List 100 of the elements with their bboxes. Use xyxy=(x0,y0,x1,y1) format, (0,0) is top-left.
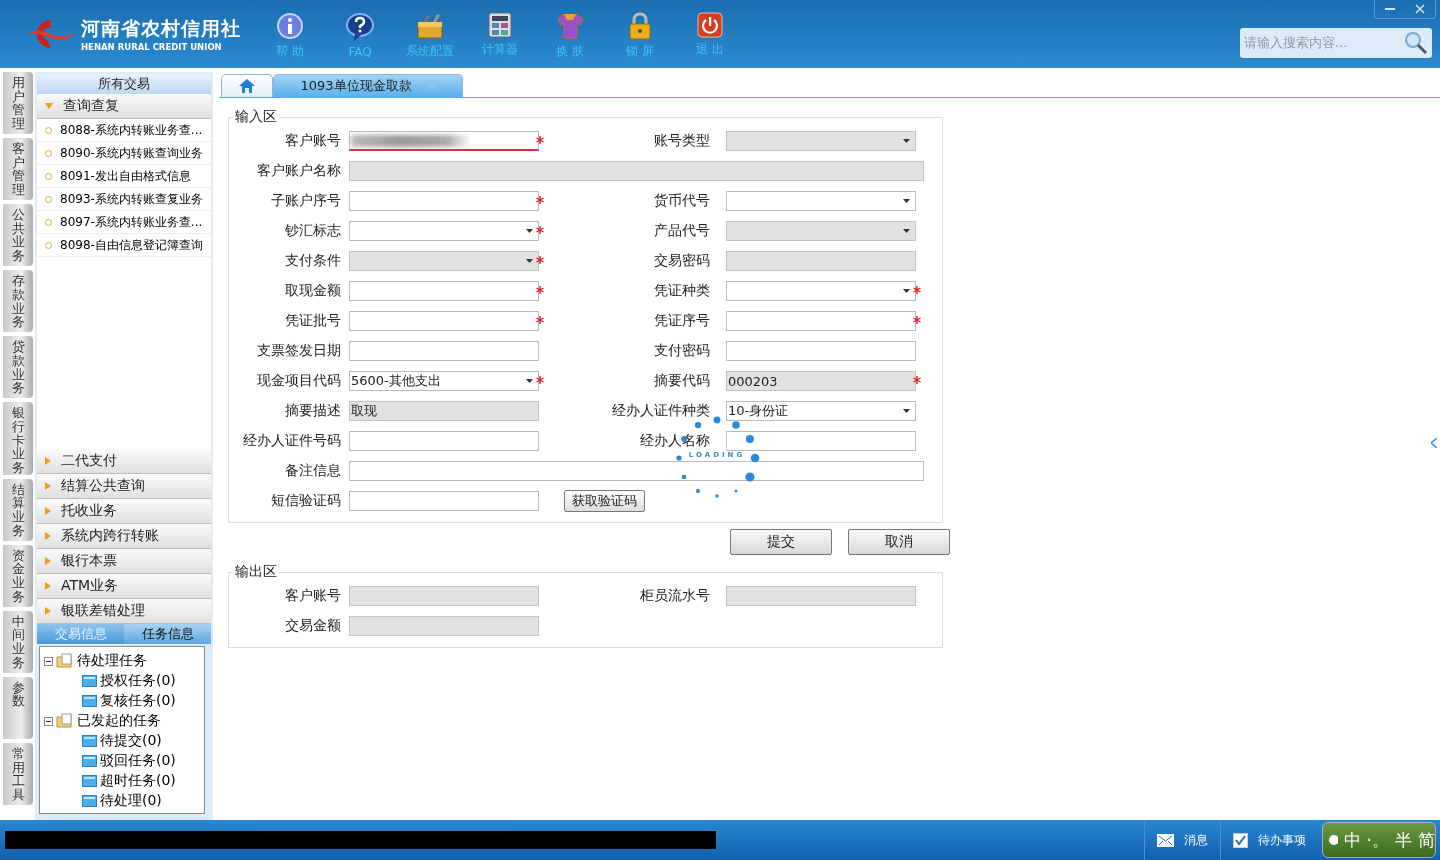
required-star-icon xyxy=(913,376,921,384)
messages-button[interactable]: 消息 xyxy=(1144,820,1220,860)
required-star-icon xyxy=(913,316,921,324)
side-tab[interactable]: 存款业务 xyxy=(3,270,33,333)
tree-node[interactable]: 待处理任务 xyxy=(77,652,147,670)
dropdown-caret-icon xyxy=(526,229,533,233)
panel-title: 所有交易 xyxy=(98,76,150,91)
folder-icon xyxy=(82,735,97,747)
collapse-icon[interactable] xyxy=(44,656,53,666)
todo-button[interactable]: 待办事项 xyxy=(1220,820,1318,860)
dropdown-field[interactable] xyxy=(349,221,539,241)
collapse-icon[interactable] xyxy=(44,716,53,726)
field-label: 短信验证码 xyxy=(270,492,341,510)
page-tab[interactable] xyxy=(221,74,273,97)
menu-item[interactable]: 8097-系统内转账业务查... xyxy=(37,211,211,234)
field-label: 经办人证件种类 xyxy=(611,402,711,420)
caret-right-icon xyxy=(45,532,51,540)
dropdown-caret-icon xyxy=(526,259,533,263)
input-field[interactable] xyxy=(726,311,916,331)
input-field[interactable] xyxy=(726,431,916,451)
action-button[interactable]: 取消 xyxy=(848,529,950,555)
input-field[interactable] xyxy=(349,461,924,481)
section-title: 输出区 xyxy=(235,563,277,579)
required-star-icon xyxy=(913,286,921,294)
dropdown-caret-icon xyxy=(903,289,910,293)
required-star-icon xyxy=(536,196,544,204)
menu-group[interactable]: 托收业务 xyxy=(37,499,211,524)
folder-icon xyxy=(82,695,97,707)
page-tab[interactable]: 1093单位现金取款 xyxy=(273,74,463,97)
menu-item[interactable]: 8098-自由信息登记簿查询 xyxy=(37,234,211,257)
tree-node[interactable]: 待提交(0) xyxy=(100,732,162,750)
menu-item[interactable]: 8088-系统内转账业务查... xyxy=(37,119,211,142)
side-tab[interactable]: 资金业务 xyxy=(3,544,33,607)
tree-node[interactable]: 授权任务(0) xyxy=(100,672,176,690)
caret-down-icon xyxy=(45,103,53,109)
dropdown-field[interactable] xyxy=(726,191,916,211)
power-icon xyxy=(697,12,723,38)
side-tab[interactable]: 贷款业务 xyxy=(3,336,33,399)
logo-subtitle: HENAN RURAL CREDIT UNION xyxy=(81,42,223,52)
menu-item[interactable]: 8090-系统内转账查询业务 xyxy=(37,142,211,165)
input-field[interactable] xyxy=(349,311,539,331)
side-tab[interactable]: 公共业务 xyxy=(3,204,33,267)
dropdown-caret-icon xyxy=(903,139,910,143)
field-label: 账号类型 xyxy=(653,132,711,150)
shirt-icon xyxy=(555,12,585,40)
menu-group[interactable]: 结算公共查询 xyxy=(37,474,211,499)
menu-item[interactable]: 8093-系统内转账查复业务 xyxy=(37,188,211,211)
field-label: 支付条件 xyxy=(284,252,341,270)
input-field[interactable] xyxy=(349,131,539,151)
menu-group[interactable]: 二代支付 xyxy=(37,449,211,474)
dropdown-caret-icon xyxy=(903,409,910,413)
tree-node[interactable]: 已发起的任务 xyxy=(77,712,161,730)
side-tab[interactable]: 客户管理 xyxy=(3,138,33,201)
dropdown-field[interactable]: 5600-其他支出 xyxy=(349,371,539,391)
side-tab[interactable]: 用户管理 xyxy=(3,72,33,135)
close-icon[interactable] xyxy=(1415,4,1425,14)
menu-group[interactable]: 系统内跨行转账 xyxy=(37,524,211,549)
field-label: 支票签发日期 xyxy=(256,342,341,360)
required-star-icon xyxy=(536,286,544,294)
input-field[interactable] xyxy=(349,491,539,511)
menu-group[interactable]: 银行本票 xyxy=(37,549,211,574)
tree-node[interactable]: 待处理(0) xyxy=(100,792,162,810)
caret-right-icon xyxy=(45,457,51,465)
panel-tab[interactable]: 任务信息 xyxy=(124,624,211,644)
search-icon[interactable] xyxy=(1404,31,1428,55)
field-label: 柜员流水号 xyxy=(639,587,711,605)
menu-group[interactable]: ATM业务 xyxy=(37,574,211,599)
required-star-icon xyxy=(536,256,544,264)
get-code-button[interactable]: 获取验证码 xyxy=(564,490,645,512)
menu-item[interactable]: 8091-发出自由格式信息 xyxy=(37,165,211,188)
folder-icon xyxy=(82,755,97,767)
folder-icon xyxy=(56,653,74,669)
menu-group[interactable]: 查询查复 xyxy=(37,94,211,119)
input-field[interactable] xyxy=(349,341,539,361)
folder-icon xyxy=(82,795,97,807)
input-field[interactable] xyxy=(349,281,539,301)
field-label: 现金项目代码 xyxy=(256,372,341,390)
input-field[interactable] xyxy=(349,191,539,211)
action-button[interactable]: 提交 xyxy=(730,529,832,555)
caret-right-icon xyxy=(45,507,51,515)
side-tab[interactable]: 参数 xyxy=(3,676,33,739)
side-tab[interactable]: 中间业务 xyxy=(3,610,33,673)
input-field[interactable] xyxy=(726,341,916,361)
field-label: 取现金额 xyxy=(284,282,341,300)
menu-group[interactable]: 银联差错处理 xyxy=(37,599,211,624)
tree-node[interactable]: 复核任务(0) xyxy=(100,692,176,710)
dropdown-field[interactable]: 10-身份证 xyxy=(726,401,916,421)
side-tab[interactable]: 结算业务 xyxy=(3,478,33,541)
required-star-icon xyxy=(536,226,544,234)
dropdown-field[interactable] xyxy=(726,281,916,301)
required-star-icon xyxy=(536,316,544,324)
tree-node[interactable]: 超时任务(0) xyxy=(100,772,176,790)
side-tab[interactable]: 常用工具 xyxy=(3,742,33,805)
home-icon xyxy=(239,79,255,93)
caret-right-icon xyxy=(45,482,51,490)
tree-node[interactable]: 驳回任务(0) xyxy=(100,752,176,770)
input-method-bar[interactable]: 中 ·。 半 简 xyxy=(1322,822,1436,858)
input-field[interactable] xyxy=(349,431,539,451)
side-tab[interactable]: 银行卡业务 xyxy=(3,402,33,475)
folder-icon xyxy=(56,713,74,729)
